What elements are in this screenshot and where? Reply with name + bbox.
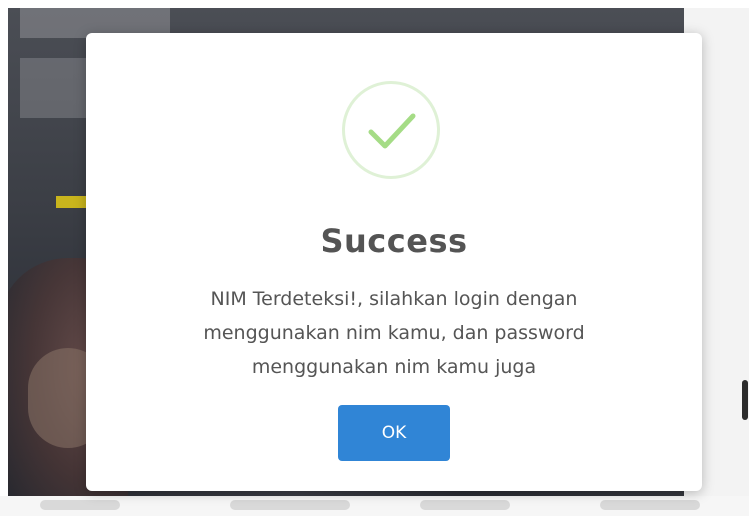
success-dialog: Success NIM Terdeteksi!, silahkan login … [86,33,702,491]
page: Success NIM Terdeteksi!, silahkan login … [0,0,749,516]
checkmark-success-icon [342,81,440,179]
background-blurred-text [420,500,510,510]
background-edge-element [742,380,748,420]
ok-button[interactable]: OK [338,405,450,461]
dialog-message: NIM Terdeteksi!, silahkan login dengan m… [203,288,585,378]
background-blurred-text [40,500,120,510]
background-blurred-text [230,500,350,510]
checkmark-icon [368,113,416,149]
background-bottom-strip [0,496,749,516]
dialog-title: Success [320,222,468,260]
background-blurred-text [600,500,700,510]
